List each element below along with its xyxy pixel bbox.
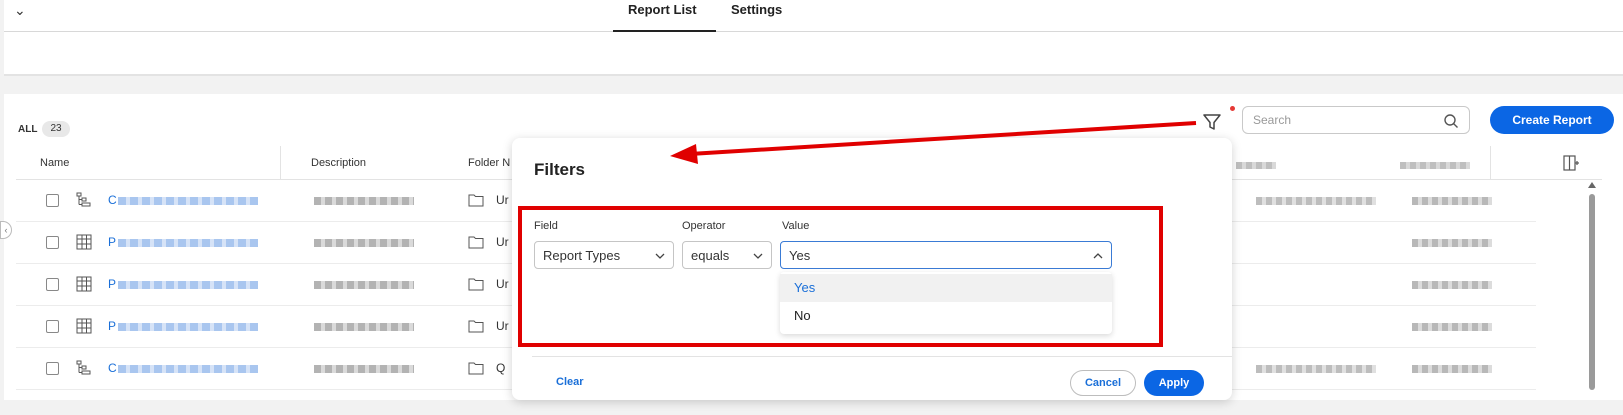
redacted-cell xyxy=(1412,239,1492,247)
hierarchy-chart-icon xyxy=(76,192,91,207)
value-select[interactable]: Yes xyxy=(780,241,1112,269)
clear-filters-link[interactable]: Clear xyxy=(556,376,584,388)
scroll-up-arrow-icon[interactable] xyxy=(1588,182,1596,188)
folder-icon xyxy=(468,320,484,333)
row-checkbox[interactable] xyxy=(46,236,59,249)
report-name-link[interactable]: C xyxy=(108,193,117,207)
folder-icon xyxy=(468,194,484,207)
filter-active-dot xyxy=(1230,106,1235,111)
hierarchy-chart-icon xyxy=(76,360,91,375)
column-divider[interactable] xyxy=(280,146,281,180)
search-input[interactable] xyxy=(1253,112,1433,128)
folder-name: Ur xyxy=(496,193,509,207)
column-header-redacted xyxy=(1400,162,1470,169)
column-settings-icon[interactable] xyxy=(1562,154,1580,172)
search-icon[interactable] xyxy=(1443,113,1459,129)
row-checkbox[interactable] xyxy=(46,194,59,207)
operator-select[interactable]: equals xyxy=(682,241,772,269)
table-icon xyxy=(76,234,92,250)
table-icon xyxy=(76,318,92,334)
column-header-description[interactable]: Description xyxy=(311,157,366,169)
folder-name: Ur xyxy=(496,235,509,249)
report-name-link[interactable]: P xyxy=(108,277,116,291)
column-header-name[interactable]: Name xyxy=(40,157,69,169)
redacted-cell xyxy=(1412,365,1492,373)
redacted-cell xyxy=(1412,281,1492,289)
report-name-link[interactable]: P xyxy=(108,235,116,249)
row-checkbox[interactable] xyxy=(46,320,59,333)
redacted-description xyxy=(314,281,414,289)
redacted-description xyxy=(314,197,414,205)
redacted-report-name xyxy=(118,281,258,289)
filters-popover: Filters Field Operator Value Report Type… xyxy=(512,138,1232,400)
redacted-description xyxy=(314,365,414,373)
chevron-down-icon xyxy=(655,253,665,259)
value-label: Value xyxy=(782,220,810,232)
folder-name: Ur xyxy=(496,277,509,291)
redacted-cell xyxy=(1412,197,1492,205)
value-dropdown-menu: Yes No xyxy=(780,272,1112,334)
redacted-cell xyxy=(1412,323,1492,331)
folder-name: Ur xyxy=(496,319,509,333)
field-label: Field xyxy=(534,220,558,232)
tab-report-list[interactable]: Report List xyxy=(628,2,697,17)
folder-icon xyxy=(468,362,484,375)
column-header-folder[interactable]: Folder N xyxy=(468,157,510,169)
redacted-report-name xyxy=(118,323,258,331)
redacted-cell xyxy=(1256,365,1376,373)
filters-title: Filters xyxy=(534,160,586,179)
folder-icon xyxy=(468,278,484,291)
redacted-report-name xyxy=(118,365,258,373)
dropdown-option-no[interactable]: No xyxy=(780,302,1112,330)
field-select-value: Report Types xyxy=(543,248,621,263)
redacted-description xyxy=(314,323,414,331)
chevron-down-icon[interactable]: ⌄ xyxy=(14,2,26,19)
scroll-thumb[interactable] xyxy=(1589,194,1595,390)
cancel-button[interactable]: Cancel xyxy=(1070,370,1136,396)
tab-settings[interactable]: Settings xyxy=(731,2,782,17)
all-filter-label[interactable]: ALL xyxy=(18,124,37,135)
operator-label: Operator xyxy=(682,220,726,232)
redacted-report-name xyxy=(118,197,258,205)
table-icon xyxy=(76,276,92,292)
footer-divider xyxy=(532,356,1232,357)
value-select-value: Yes xyxy=(789,248,811,263)
filter-icon[interactable] xyxy=(1200,110,1224,134)
sub-header-bar xyxy=(4,32,1623,76)
redacted-report-name xyxy=(118,239,258,247)
operator-select-value: equals xyxy=(691,248,730,263)
row-checkbox[interactable] xyxy=(46,278,59,291)
vertical-scrollbar[interactable] xyxy=(1588,182,1596,392)
top-navigation-bar: ⌄ Report List Settings xyxy=(4,0,1623,32)
chevron-up-icon xyxy=(1093,253,1103,259)
redacted-description xyxy=(314,239,414,247)
dropdown-option-yes[interactable]: Yes xyxy=(780,274,1112,302)
report-name-link[interactable]: C xyxy=(108,361,117,375)
row-checkbox[interactable] xyxy=(46,362,59,375)
column-divider xyxy=(1490,146,1491,180)
folder-name: Q xyxy=(496,361,506,375)
field-select[interactable]: Report Types xyxy=(534,241,674,269)
folder-icon xyxy=(468,236,484,249)
all-count-badge: 23 xyxy=(42,121,70,137)
redacted-cell xyxy=(1256,197,1376,205)
column-header-redacted xyxy=(1236,162,1276,169)
report-name-link[interactable]: P xyxy=(108,319,116,333)
create-report-button[interactable]: Create Report xyxy=(1490,106,1614,134)
chevron-down-icon xyxy=(753,253,763,259)
apply-button[interactable]: Apply xyxy=(1144,370,1204,396)
search-box[interactable] xyxy=(1242,106,1470,134)
